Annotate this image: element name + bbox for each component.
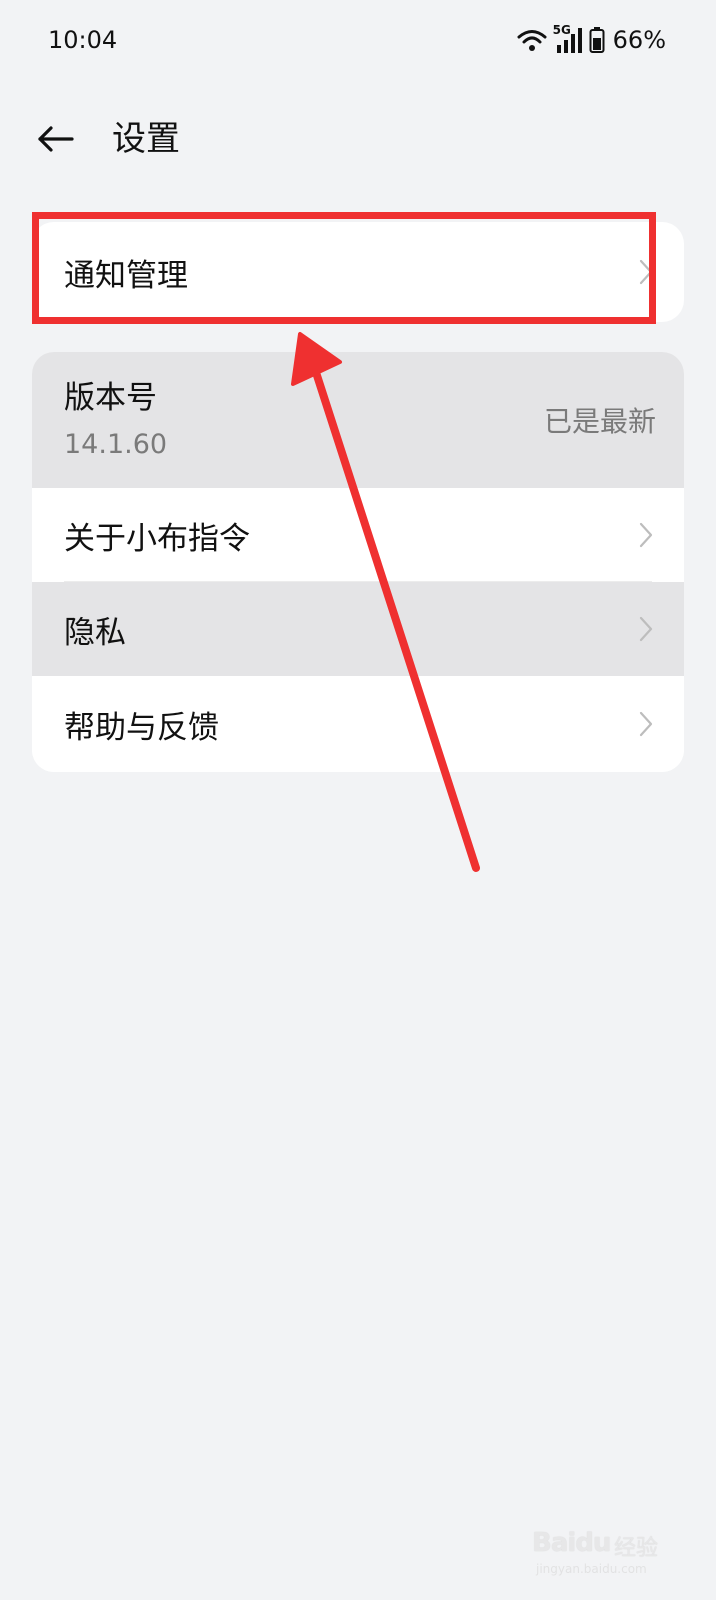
- battery-percent: 66%: [612, 26, 666, 54]
- about-xiaobu-item[interactable]: 关于小布指令: [32, 488, 684, 582]
- status-bar: 10:04 5G 66%: [0, 0, 716, 84]
- chevron-right-icon: [636, 520, 656, 550]
- version-item[interactable]: 版本号 14.1.60 已是最新: [32, 352, 684, 488]
- header: 设置: [0, 100, 716, 180]
- version-label: 版本号: [64, 380, 157, 416]
- version-status: 已是最新: [543, 405, 656, 438]
- page-title: 设置: [112, 119, 180, 159]
- wifi-icon: [517, 28, 547, 52]
- notify-card: 通知管理: [32, 222, 684, 322]
- status-icons: 5G 66%: [517, 23, 666, 56]
- chevron-right-icon: [636, 709, 656, 739]
- privacy-label: 隐私: [64, 614, 126, 651]
- status-time: 10:04: [48, 26, 118, 54]
- chevron-right-icon: [636, 614, 656, 644]
- about-xiaobu-label: 关于小布指令: [64, 520, 250, 557]
- help-feedback-item[interactable]: 帮助与反馈: [32, 676, 684, 772]
- battery-icon: [589, 26, 605, 54]
- chevron-right-icon: [636, 257, 656, 287]
- settings-card: 版本号 14.1.60 已是最新 关于小布指令 隐私 帮助与反馈: [32, 352, 684, 772]
- watermark-text: 经验: [614, 1536, 659, 1561]
- baidu-jingyan-watermark: Baidu 经验 jingyan.baidu.com: [532, 1510, 672, 1580]
- privacy-item[interactable]: 隐私: [32, 582, 684, 676]
- notification-management-item[interactable]: 通知管理: [32, 222, 684, 322]
- notification-management-label: 通知管理: [64, 257, 188, 294]
- watermark-url: jingyan.baidu.com: [536, 1562, 647, 1576]
- back-button[interactable]: [30, 116, 80, 166]
- version-number: 14.1.60: [64, 429, 168, 460]
- watermark-logo: Baidu: [532, 1528, 611, 1558]
- version-texts: 版本号 14.1.60: [64, 378, 544, 462]
- help-feedback-label: 帮助与反馈: [64, 709, 219, 746]
- arrow-left-icon: [36, 125, 74, 157]
- signal-5g-icon: 5G: [553, 23, 583, 55]
